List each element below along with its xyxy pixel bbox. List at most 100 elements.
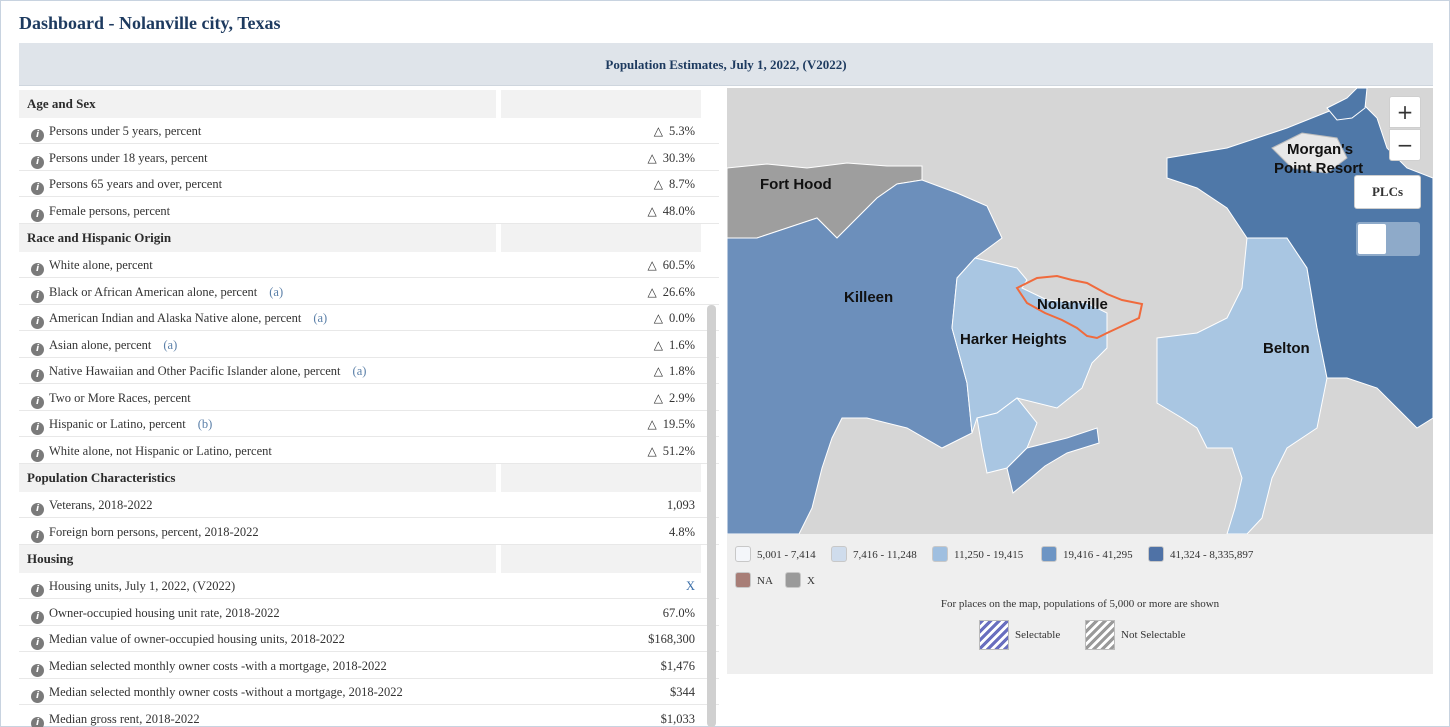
info-icon[interactable]: i [31, 448, 44, 462]
row-label: Median selected monthly owner costs -wit… [49, 685, 403, 699]
row-label: Hispanic or Latino, percent [49, 417, 186, 431]
table-row: i Persons 65 years and over, percent △ 8.7% [19, 171, 719, 197]
row-label: Persons under 5 years, percent [49, 124, 202, 138]
legend-not-selectable-label: Not Selectable [1121, 629, 1186, 641]
legend-item-x: X [785, 572, 815, 588]
legend-label: NA [757, 575, 773, 587]
toggle-knob [1358, 224, 1386, 254]
info-icon[interactable]: i [31, 503, 44, 516]
selectable-hatch-icon [979, 620, 1009, 651]
footnote-link[interactable]: (a) [353, 364, 367, 378]
row-label: Housing units, July 1, 2022, (V2022) [49, 579, 236, 593]
table-row: i Veterans, 2018-2022 1,093 [19, 492, 719, 518]
warning-triangle-icon[interactable]: △ [654, 171, 663, 197]
row-label-cell: i Hispanic or Latino, percent (b) [31, 411, 212, 437]
layer-toggle[interactable] [1356, 222, 1420, 256]
zoom-out-button[interactable]: − [1389, 129, 1421, 161]
info-icon[interactable]: i [31, 690, 44, 703]
row-label: Two or More Races, percent [49, 390, 191, 405]
info-icon[interactable]: i [31, 129, 44, 142]
info-icon[interactable]: i [31, 610, 44, 624]
row-value: 4.8% [668, 524, 695, 539]
row-value: $168,300 [648, 632, 695, 646]
row-value: 1.6% [668, 337, 695, 352]
population-map[interactable]: Fort Hood Killeen Nolanville Harker Heig… [727, 88, 1433, 534]
legend-swatch [831, 546, 847, 562]
info-icon[interactable]: i [31, 263, 44, 276]
legend-selectable-label: Selectable [1015, 629, 1061, 641]
warning-triangle-icon[interactable]: △ [654, 358, 663, 384]
legend-label: 41,324 - 8,335,897 [1170, 549, 1254, 561]
row-label: Median value of owner-occupied housing u… [49, 632, 345, 646]
warning-triangle-icon[interactable]: △ [647, 411, 656, 437]
table-row: i Native Hawaiian and Other Pacific Islan… [19, 358, 719, 384]
table-row: i Median gross rent, 2018-2022 $1,033 [19, 706, 719, 727]
warning-triangle-icon[interactable]: △ [647, 252, 656, 278]
row-label-cell: i Persons under 18 years, percent [31, 145, 208, 171]
zoom-in-button[interactable]: + [1389, 96, 1421, 128]
info-icon[interactable]: i [31, 208, 44, 222]
section-header-bg [501, 224, 701, 252]
row-label-cell: i Owner-occupied housing unit rate, 2018-… [31, 600, 280, 626]
info-icon[interactable]: i [31, 369, 44, 382]
table-row: i Persons under 5 years, percent △ 5.3% [19, 118, 719, 144]
warning-triangle-icon[interactable]: △ [647, 145, 656, 171]
row-value: 8.7% [668, 177, 695, 191]
row-label: White alone, not Hispanic or Latino, per… [49, 443, 272, 458]
footnote-link[interactable]: (b) [198, 417, 213, 431]
warning-triangle-icon[interactable]: △ [654, 385, 663, 411]
row-value-cell: 67.0% [663, 600, 695, 626]
row-value: 2.9% [668, 390, 695, 405]
section-header-bg [501, 464, 701, 492]
section-title: Housing [27, 551, 74, 566]
warning-triangle-icon[interactable]: △ [647, 438, 656, 464]
info-icon[interactable]: i [31, 316, 44, 329]
info-icon[interactable]: i [31, 529, 44, 543]
warning-triangle-icon[interactable]: △ [647, 198, 656, 224]
row-label-cell: i Foreign born persons, percent, 2018-202… [31, 519, 259, 545]
map-legend: 5,001 - 7,414 7,416 - 11,248 11,250 - 19… [727, 534, 1433, 674]
legend-item-2: 7,416 - 11,248 [831, 546, 917, 562]
row-label: Asian alone, percent [49, 337, 152, 352]
row-label-cell: i White alone, percent [31, 252, 153, 278]
row-label: Veterans, 2018-2022 [49, 498, 153, 512]
footnote-link[interactable]: (a) [163, 338, 177, 352]
info-icon[interactable]: i [31, 422, 44, 435]
legend-swatch [735, 572, 751, 588]
legend-label: 11,250 - 19,415 [954, 549, 1024, 561]
not-selectable-hatch-icon [1085, 620, 1115, 651]
table-row: i Median selected monthly owner costs -wi… [19, 679, 719, 705]
map-label-morgans-point-1: Morgan's [1287, 141, 1354, 158]
info-icon[interactable]: i [31, 663, 44, 677]
info-icon[interactable]: i [31, 716, 44, 727]
row-label: Persons under 18 years, percent [49, 150, 208, 165]
footnote-link[interactable]: (a) [269, 285, 283, 299]
table-row: i Median value of owner-occupied housing … [19, 626, 719, 652]
info-icon[interactable]: i [31, 182, 44, 195]
table-scrollbar[interactable] [707, 305, 716, 727]
info-icon[interactable]: i [31, 155, 44, 169]
map-label-morgans-point-2: Point Resort [1274, 160, 1364, 177]
row-value-cell: $1,476 [661, 653, 695, 679]
page-title: Dashboard - Nolanville city, Texas [19, 13, 281, 33]
map-label-harker-heights: Harker Heights [960, 331, 1067, 348]
warning-triangle-icon[interactable]: △ [654, 332, 663, 358]
warning-triangle-icon[interactable]: △ [654, 118, 663, 144]
info-icon[interactable]: i [31, 395, 44, 409]
info-icon[interactable]: i [31, 584, 44, 597]
row-value-cell: $1,033 [661, 706, 695, 727]
legend-item-5: 41,324 - 8,335,897 [1148, 546, 1253, 562]
row-label-cell: i Black or African American alone, percen… [31, 279, 283, 305]
table-row: i American Indian and Alaska Native alone… [19, 305, 719, 331]
info-icon[interactable]: i [31, 637, 44, 650]
row-value-cell: △ 1.6% [654, 332, 695, 358]
table-row: i Median selected monthly owner costs -wi… [19, 653, 719, 679]
table-row: i Asian alone, percent (a) △ 1.6% [19, 332, 719, 358]
warning-triangle-icon[interactable]: △ [647, 279, 656, 305]
warning-triangle-icon[interactable]: △ [654, 305, 663, 331]
row-value[interactable]: X [686, 579, 695, 593]
footnote-link[interactable]: (a) [313, 311, 327, 325]
info-icon[interactable]: i [31, 342, 44, 356]
info-icon[interactable]: i [31, 289, 44, 303]
plcs-button[interactable]: PLCs [1354, 175, 1421, 209]
